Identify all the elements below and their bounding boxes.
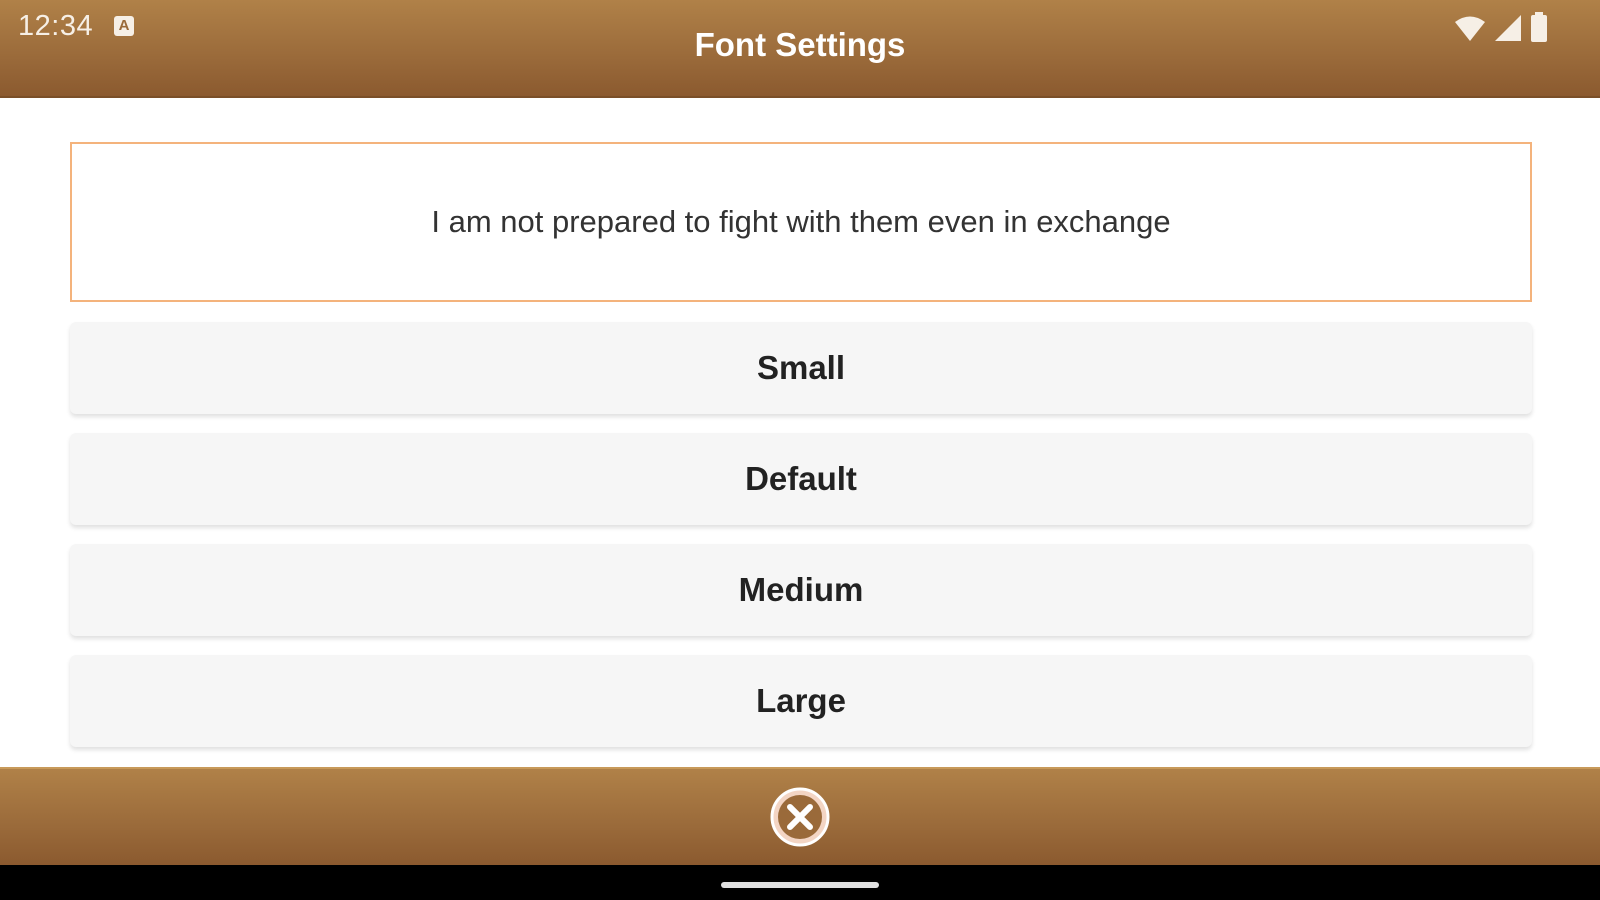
option-label: Default [745, 460, 857, 497]
font-size-medium-button[interactable]: Medium [70, 544, 1532, 636]
font-size-default-button[interactable]: Default [70, 433, 1532, 525]
home-gesture-handle[interactable] [721, 882, 879, 888]
font-preview-box: I am not prepared to fight with them eve… [70, 142, 1532, 302]
font-settings-screen: 12:34 A Font Settings I am not prepared … [0, 0, 1600, 900]
page-title: Font Settings [694, 26, 906, 63]
option-label: Large [756, 682, 846, 719]
close-circle-icon[interactable] [769, 786, 831, 848]
preview-text: I am not prepared to fight with them eve… [431, 204, 1171, 239]
system-navigation-bar [0, 865, 1600, 900]
app-header: 12:34 A Font Settings [0, 0, 1600, 98]
option-label: Small [756, 349, 846, 386]
bottom-bar [0, 767, 1600, 865]
font-size-large-button[interactable]: Large [70, 655, 1532, 747]
option-label: Medium [738, 571, 864, 608]
font-size-small-button[interactable]: Small [70, 322, 1532, 414]
